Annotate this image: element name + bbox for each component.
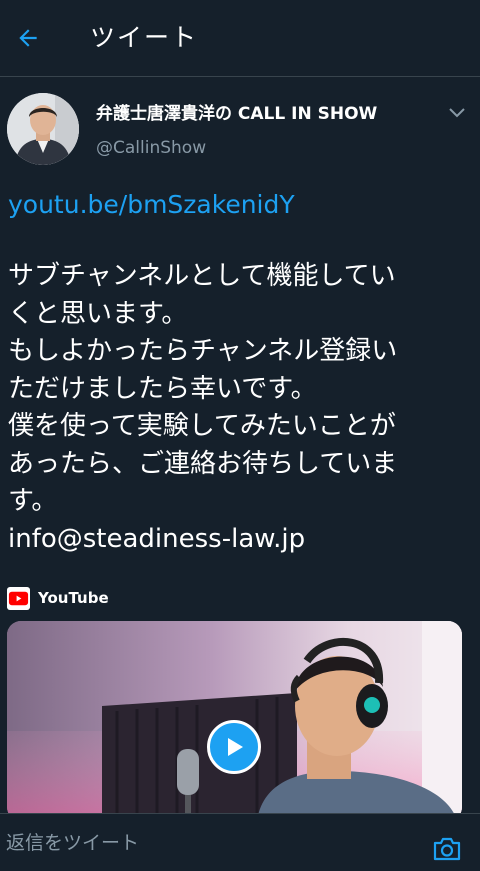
card-source: YouTube <box>7 585 109 611</box>
user-handle[interactable]: @CallinShow <box>96 136 206 160</box>
play-button[interactable] <box>207 720 261 774</box>
tweet-line: す。 <box>8 486 58 516</box>
tweet-line: あったら、ご連絡お待ちしていま <box>8 448 398 479</box>
page-title: ツイート <box>90 23 199 52</box>
tweet-line: ただけましたら幸いです。 <box>8 373 317 404</box>
back-button[interactable] <box>10 20 46 56</box>
tweet-text: サブチャンネルとして機能してい くと思います。 もしよかったらチャンネル登録い … <box>8 258 474 558</box>
tweet-line: サブチャンネルとして機能してい <box>8 261 396 291</box>
avatar-image <box>7 93 79 165</box>
chevron-down-icon <box>449 108 465 118</box>
play-icon <box>228 738 243 756</box>
video-card[interactable] <box>7 621 462 821</box>
display-name[interactable]: 弁護士唐澤貴洋の CALL IN SHOW <box>96 102 377 126</box>
arrow-left-icon <box>19 29 37 47</box>
author-row: 弁護士唐澤貴洋の CALL IN SHOW @CallinShow <box>0 77 480 177</box>
tweet-link[interactable]: youtu.be/bmSzakenidY <box>8 187 295 223</box>
tweet-line: もしよかったらチャンネル登録い <box>8 336 398 366</box>
tweet-line: 僕を使って実験してみたいことが <box>8 411 396 441</box>
youtube-logo-icon <box>7 586 30 610</box>
card-source-label: YouTube <box>38 589 109 607</box>
reply-bar <box>0 813 480 871</box>
camera-button[interactable] <box>430 834 464 864</box>
top-bar: ツイート <box>0 0 480 77</box>
tweet-line: くと思います。 <box>8 298 188 329</box>
camera-icon <box>433 837 461 861</box>
reply-input[interactable] <box>6 826 396 860</box>
tweet-menu-button[interactable] <box>444 103 470 123</box>
tweet-detail-screen: ツイート 弁護士唐澤貴洋の CALL IN SHOW @CallinShow y… <box>0 0 480 871</box>
tweet-email: info@steadiness-law.jp <box>8 523 306 554</box>
avatar[interactable] <box>7 93 79 165</box>
